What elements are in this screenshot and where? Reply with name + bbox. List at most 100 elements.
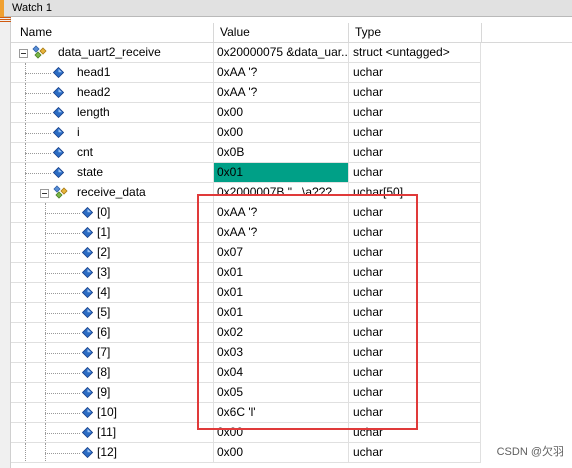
row-value-cell[interactable]: 0xAA '? [214,223,349,242]
tree-line [25,323,26,342]
row-type-cell: uchar [349,203,481,222]
row-value-cell[interactable]: 0x00 [214,423,349,442]
window-title: Watch 1 [12,2,52,14]
row-name-cell: [9] [11,383,214,402]
row-value-cell[interactable]: 0x01 [214,163,349,182]
row-name: [10] [97,405,118,419]
tree-line [45,273,80,274]
row-name-cell: [10] [11,403,214,422]
watch-row[interactable]: [6] 0x02 uchar [11,323,481,343]
row-value-cell[interactable]: 0xAA '? [214,83,349,102]
watch-row[interactable]: i 0x00 uchar [11,123,481,143]
row-name: cnt [77,145,94,159]
watch-row[interactable]: [2] 0x07 uchar [11,243,481,263]
tree-line [45,373,80,374]
row-name-cell: length [11,103,214,122]
row-value-cell[interactable]: 0xAA '? [214,63,349,82]
row-name: [8] [97,365,111,379]
watch-row[interactable]: [5] 0x01 uchar [11,303,481,323]
watch-row[interactable]: length 0x00 uchar [11,103,481,123]
row-name-cell: [12] [11,443,214,462]
row-type-cell: uchar [349,303,481,322]
struct-icon [53,185,68,199]
variable-icon [82,207,93,218]
row-value-cell[interactable]: 0x01 [214,303,349,322]
variable-icon [82,227,93,238]
row-value-cell[interactable]: 0x00 [214,103,349,122]
row-name: [3] [97,265,111,279]
row-name: i [77,125,80,139]
row-value-cell[interactable]: 0x07 [214,243,349,262]
row-value-cell[interactable]: 0x6C 'l' [214,403,349,422]
row-name: [11] [97,425,117,439]
watch-row[interactable]: state 0x01 uchar [11,163,481,183]
variable-icon [82,247,93,258]
row-type-cell: uchar [349,363,481,382]
row-type-cell: uchar [349,323,481,342]
row-name-cell: [2] [11,243,214,262]
collapse-toggle[interactable] [19,49,28,58]
watch-row[interactable]: [11] 0x00 uchar [11,423,481,443]
row-name-cell: receive_data [11,183,214,202]
tree-line [45,253,80,254]
watch-window-titlebar: Watch 1 [0,0,572,17]
column-header-name[interactable]: Name [11,23,214,42]
row-value-cell[interactable]: 0x20000075 &data_uar... [214,43,349,62]
watch-row[interactable]: [9] 0x05 uchar [11,383,481,403]
row-value-cell[interactable]: 0x02 [214,323,349,342]
row-type-cell: uchar [349,263,481,282]
variable-icon [53,127,64,138]
row-value-cell[interactable]: 0x01 [214,283,349,302]
row-value-cell[interactable]: 0x05 [214,383,349,402]
row-value-cell[interactable]: 0x01 [214,263,349,282]
variable-icon [82,267,93,278]
watch-row[interactable]: [8] 0x04 uchar [11,363,481,383]
left-gutter [0,17,11,468]
watch-row[interactable]: receive_data 0x2000007B "...\a???... uchar… [11,183,481,203]
watch-row[interactable]: [7] 0x03 uchar [11,343,481,363]
row-value-cell[interactable]: 0x00 [214,443,349,462]
watch-row[interactable]: [10] 0x6C 'l' uchar [11,403,481,423]
row-value-cell[interactable]: 0x00 [214,123,349,142]
row-name-cell: [1] [11,223,214,242]
variable-icon [53,87,64,98]
row-name-cell: data_uart2_receive [11,43,214,62]
row-name-cell: i [11,123,214,142]
row-value-cell[interactable]: 0x04 [214,363,349,382]
row-name: data_uart2_receive [58,45,161,59]
row-value-cell[interactable]: 0x2000007B "...\a???... [214,183,349,202]
row-value-cell[interactable]: 0xAA '? [214,203,349,222]
row-name-cell: cnt [11,143,214,162]
column-header-value[interactable]: Value [214,23,349,42]
watch-row[interactable]: [1] 0xAA '? uchar [11,223,481,243]
watch-row[interactable]: [3] 0x01 uchar [11,263,481,283]
row-name: state [77,165,104,179]
row-name: [4] [97,285,111,299]
row-name: [6] [97,325,111,339]
row-name-cell: [6] [11,323,214,342]
row-value-cell[interactable]: 0x0B [214,143,349,162]
row-name: [12] [97,445,118,459]
watch-row[interactable]: head1 0xAA '? uchar [11,63,481,83]
watch-row[interactable]: cnt 0x0B uchar [11,143,481,163]
row-name-cell: [7] [11,343,214,362]
row-type-cell: uchar [349,163,481,182]
watch-row[interactable]: [0] 0xAA '? uchar [11,203,481,223]
column-header-type[interactable]: Type [349,23,482,42]
variable-icon [53,167,64,178]
row-name: [5] [97,305,111,319]
row-value-cell[interactable]: 0x03 [214,343,349,362]
row-name-cell: [11] [11,423,214,442]
row-type-cell: uchar [349,63,481,82]
collapse-toggle[interactable] [40,189,49,198]
row-name-cell: head2 [11,83,214,102]
watch-row[interactable]: [4] 0x01 uchar [11,283,481,303]
variable-icon [82,427,93,438]
watch-row[interactable]: head2 0xAA '? uchar [11,83,481,103]
row-name: [9] [97,385,111,399]
watch-row[interactable]: data_uart2_receive 0x20000075 &data_uar..… [11,43,481,63]
watch-row[interactable]: [12] 0x00 uchar [11,443,481,463]
row-name: [1] [97,225,111,239]
row-name-cell: state [11,163,214,182]
tree-line [25,223,26,242]
